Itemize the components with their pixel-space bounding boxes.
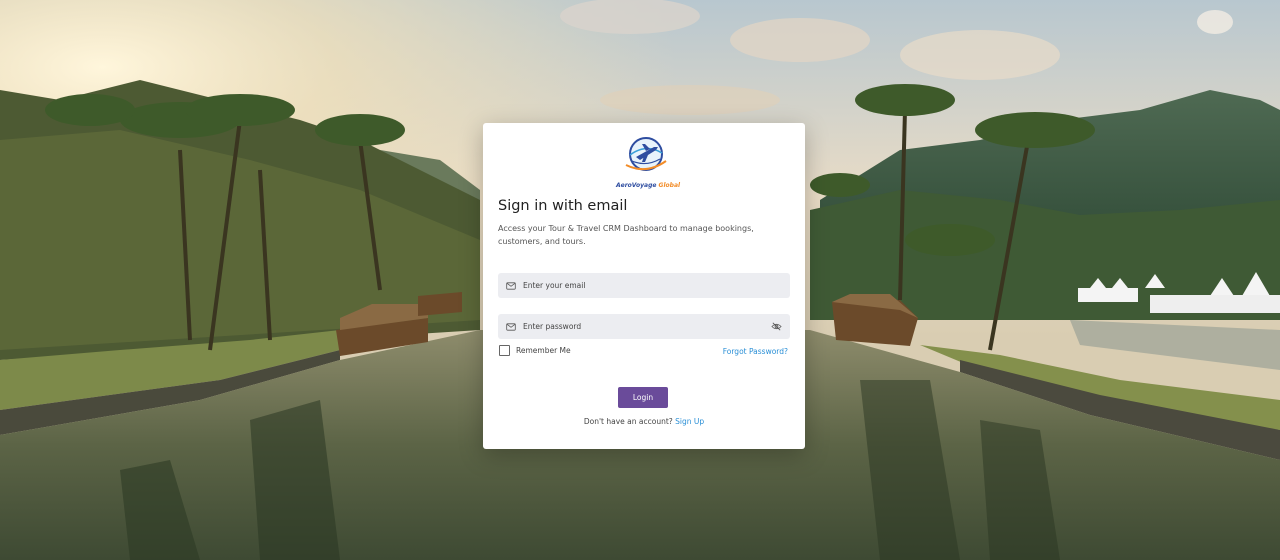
no-account-text: Don't have an account? [583,417,673,426]
brand-name: AeroVoyage Global [616,182,680,189]
brand-logo: AeroVoyage Global [616,135,680,189]
remember-me-checkbox[interactable] [499,345,510,356]
signup-row: Don't have an account? Sign Up [483,417,805,426]
password-field[interactable] [498,314,790,339]
page-subtitle: Access your Tour & Travel CRM Dashboard … [498,224,754,246]
page-title: Sign in with email [498,198,628,214]
lock-icon [506,322,516,331]
plane-globe-logo-icon [625,137,667,171]
login-button[interactable]: Login [618,387,668,408]
remember-me[interactable]: Remember Me [499,345,571,356]
forgot-password-link[interactable]: Forgot Password? [723,347,788,356]
brand-name-primary: AeroVoyage [616,182,657,189]
email-field[interactable] [498,273,790,298]
mail-icon [506,281,516,290]
login-card: AeroVoyage Global Sign in with email Acc… [483,123,805,449]
remember-me-label: Remember Me [516,346,571,355]
password-input[interactable] [523,322,771,331]
brand-name-accent: Global [658,182,681,189]
email-input[interactable] [523,281,782,290]
eye-off-icon[interactable] [771,321,782,332]
signup-link[interactable]: Sign Up [675,417,704,426]
